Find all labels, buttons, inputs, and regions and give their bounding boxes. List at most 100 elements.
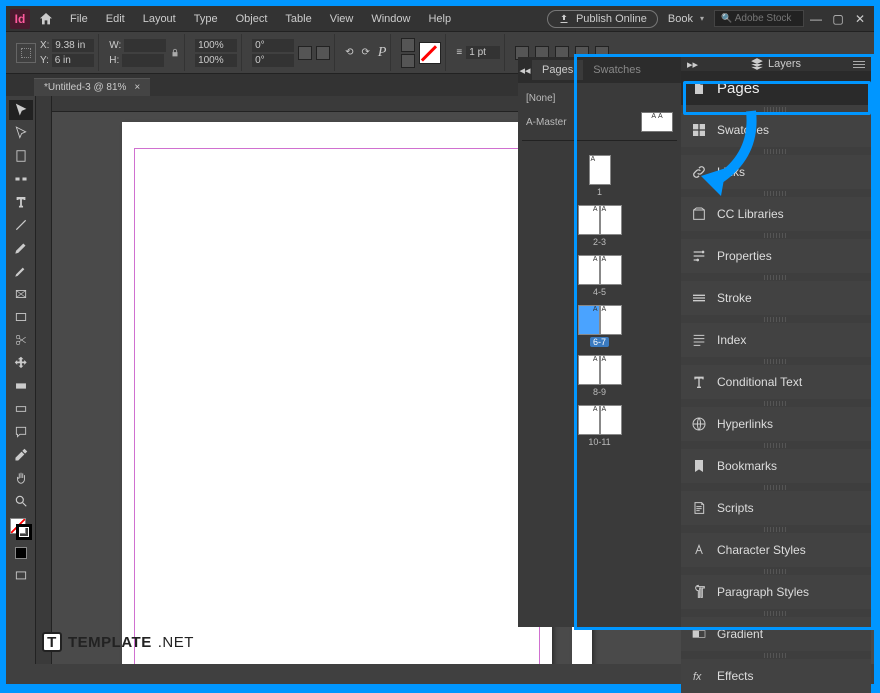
- panel-menu-icon[interactable]: [853, 61, 865, 68]
- panel-item-scripts[interactable]: Scripts: [681, 491, 871, 525]
- menu-layout[interactable]: Layout: [135, 9, 184, 29]
- pen-tool[interactable]: [9, 238, 33, 258]
- workspace-switcher[interactable]: Book: [660, 9, 712, 29]
- rotate-ccw-icon[interactable]: ⟲: [345, 47, 353, 58]
- home-icon[interactable]: [38, 11, 54, 27]
- direct-selection-tool[interactable]: [9, 123, 33, 143]
- stroke-weight-input[interactable]: [466, 46, 500, 59]
- apply-color-icon[interactable]: [9, 543, 33, 563]
- page-thumb[interactable]: [600, 355, 622, 385]
- page-thumb[interactable]: [600, 255, 622, 285]
- w-input[interactable]: [124, 39, 166, 52]
- eyedropper-tool[interactable]: [9, 445, 33, 465]
- type-tool[interactable]: [9, 192, 33, 212]
- page-thumb[interactable]: [600, 305, 622, 335]
- panel-item-swatches[interactable]: Swatches: [681, 113, 871, 147]
- publish-online-button[interactable]: Publish Online: [547, 10, 658, 28]
- rectangle-tool[interactable]: [9, 307, 33, 327]
- close-button[interactable]: ✕: [850, 12, 870, 26]
- panel-item-index[interactable]: Index: [681, 323, 871, 357]
- page-thumb[interactable]: [578, 205, 600, 235]
- screen-mode-icon[interactable]: [9, 566, 33, 586]
- gradient-swatch-tool[interactable]: [9, 376, 33, 396]
- lock-icon[interactable]: [170, 47, 180, 59]
- maximize-button[interactable]: ▢: [828, 12, 848, 26]
- swatches-icon: [691, 122, 707, 138]
- zoom-tool[interactable]: [9, 491, 33, 511]
- panel-item-stroke[interactable]: Stroke: [681, 281, 871, 315]
- free-transform-tool[interactable]: [9, 353, 33, 373]
- rotate-cw-icon[interactable]: ⟳: [361, 47, 369, 58]
- document-tab[interactable]: *Untitled-3 @ 81% ×: [34, 78, 150, 96]
- master-none[interactable]: [None]: [522, 89, 677, 108]
- page-thumb[interactable]: [589, 155, 611, 185]
- menu-table[interactable]: Table: [277, 9, 319, 29]
- flip-h-icon[interactable]: [298, 46, 312, 60]
- spread[interactable]: 8-9: [578, 355, 622, 397]
- panel-item-gradient[interactable]: Gradient: [681, 617, 871, 651]
- spread[interactable]: 1: [589, 155, 611, 197]
- minimize-button[interactable]: —: [806, 12, 826, 26]
- page-tool[interactable]: [9, 146, 33, 166]
- x-input[interactable]: [52, 39, 94, 52]
- page-thumb[interactable]: [578, 255, 600, 285]
- panel-item-conditional[interactable]: Conditional Text: [681, 365, 871, 399]
- scale-x-input[interactable]: [195, 39, 237, 52]
- page-thumb[interactable]: [578, 405, 600, 435]
- pages-panel-tab-swatches[interactable]: Swatches: [583, 60, 651, 80]
- menu-file[interactable]: File: [62, 9, 96, 29]
- spread[interactable]: 10-11: [578, 405, 622, 447]
- scale-y-input[interactable]: [195, 54, 237, 67]
- panel-item-bookmarks[interactable]: Bookmarks: [681, 449, 871, 483]
- spread[interactable]: 2-3: [578, 205, 622, 247]
- page-thumb[interactable]: [600, 405, 622, 435]
- fill-swatch[interactable]: [419, 42, 441, 64]
- pages-panel-tab-pages[interactable]: Pages: [532, 60, 583, 80]
- y-input[interactable]: [52, 54, 94, 67]
- paragraph-icon[interactable]: P: [378, 45, 387, 61]
- panel-item-links[interactable]: Links: [681, 155, 871, 189]
- panel-item-effects[interactable]: fxEffects: [681, 659, 871, 693]
- gradient-feather-tool[interactable]: [9, 399, 33, 419]
- hand-tool[interactable]: [9, 468, 33, 488]
- selection-tool[interactable]: [9, 100, 33, 120]
- panel-item-properties[interactable]: Properties: [681, 239, 871, 273]
- menu-type[interactable]: Type: [186, 9, 226, 29]
- page-thumb[interactable]: [578, 305, 600, 335]
- menu-object[interactable]: Object: [228, 9, 276, 29]
- note-tool[interactable]: [9, 422, 33, 442]
- panel-item-label: Conditional Text: [717, 375, 802, 389]
- search-stock-input[interactable]: 🔍 Adobe Stock: [714, 10, 804, 27]
- pencil-tool[interactable]: [9, 261, 33, 281]
- rectangle-frame-tool[interactable]: [9, 284, 33, 304]
- rotate-input[interactable]: [252, 39, 294, 52]
- menu-window[interactable]: Window: [363, 9, 418, 29]
- menu-help[interactable]: Help: [420, 9, 459, 29]
- gap-tool[interactable]: [9, 169, 33, 189]
- scissors-tool[interactable]: [9, 330, 33, 350]
- shear-input[interactable]: [252, 54, 294, 67]
- panel-item-hyperlinks[interactable]: Hyperlinks: [681, 407, 871, 441]
- spread[interactable]: 6-7: [578, 305, 622, 347]
- tab-close-icon[interactable]: ×: [134, 82, 140, 93]
- master-a[interactable]: A-Master: [522, 108, 677, 136]
- page-left[interactable]: [122, 122, 552, 664]
- panel-item-charstyles[interactable]: Character Styles: [681, 533, 871, 567]
- panel-collapse-icon[interactable]: ◂◂: [518, 64, 532, 77]
- content-mode-icon[interactable]: [401, 54, 415, 68]
- panel-item-pages[interactable]: Pages: [681, 71, 871, 105]
- panel-item-cclib[interactable]: CC Libraries: [681, 197, 871, 231]
- spread[interactable]: 4-5: [578, 255, 622, 297]
- page-thumb[interactable]: [600, 205, 622, 235]
- line-tool[interactable]: [9, 215, 33, 235]
- menu-view[interactable]: View: [322, 9, 362, 29]
- page-thumb[interactable]: [578, 355, 600, 385]
- layers-panel-tab[interactable]: ▸▸ Layers: [681, 57, 871, 71]
- menu-edit[interactable]: Edit: [98, 9, 133, 29]
- fill-stroke-swatch[interactable]: [10, 518, 32, 540]
- panel-item-parastyles[interactable]: Paragraph Styles: [681, 575, 871, 609]
- h-input[interactable]: [122, 54, 164, 67]
- gradient-icon: [691, 626, 707, 642]
- container-mode-icon[interactable]: [401, 38, 415, 52]
- flip-v-icon[interactable]: [316, 46, 330, 60]
